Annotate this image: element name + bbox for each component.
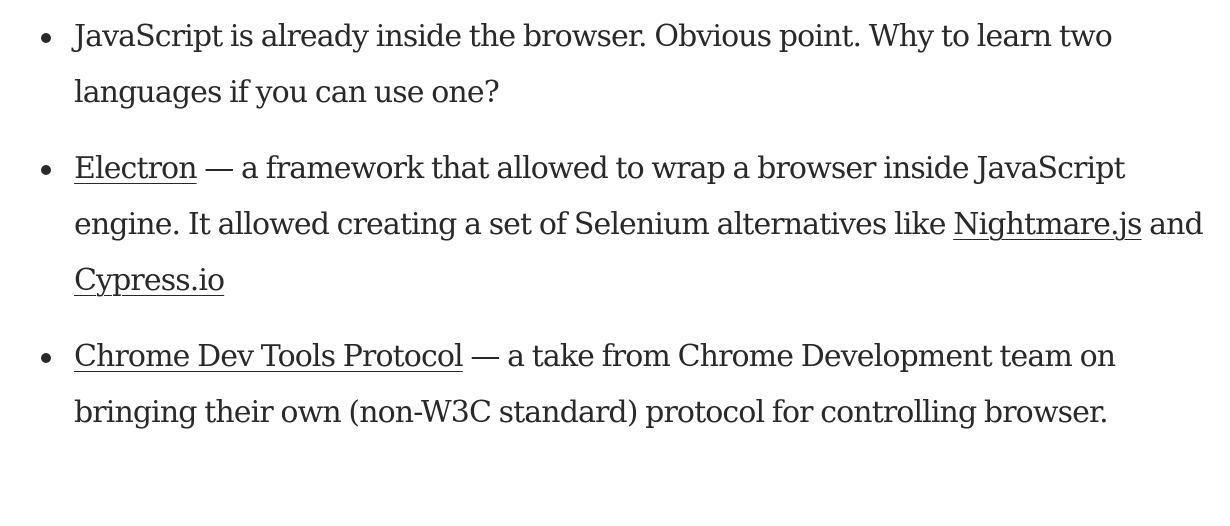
bullet-icon xyxy=(41,33,51,43)
chrome-dev-tools-protocol-link[interactable]: Chrome Dev Tools Protocol xyxy=(74,339,464,374)
item-text: JavaScript is already inside the browser… xyxy=(74,19,1113,110)
item-text: and xyxy=(1141,207,1204,242)
list-item-electron: Electron — a framework that allowed to w… xyxy=(0,141,1230,309)
cypress-io-link[interactable]: Cypress.io xyxy=(74,263,225,298)
nightmare-js-link[interactable]: Nightmare.js xyxy=(953,207,1142,242)
bullet-icon xyxy=(41,165,51,175)
bullet-icon xyxy=(41,353,51,363)
bullet-list: JavaScript is already inside the browser… xyxy=(0,9,1230,461)
list-item-javascript: JavaScript is already inside the browser… xyxy=(0,9,1230,121)
list-item-chrome-devtools: Chrome Dev Tools Protocol — a take from … xyxy=(0,329,1230,441)
electron-link[interactable]: Electron xyxy=(74,151,198,186)
